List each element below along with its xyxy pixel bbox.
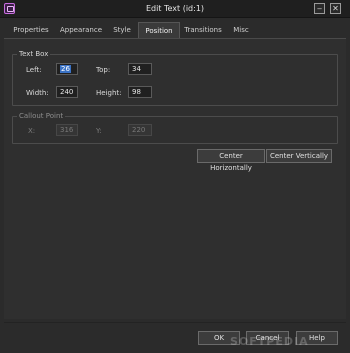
x-field: 316: [56, 124, 78, 136]
width-field[interactable]: 240: [56, 86, 78, 98]
y-label: Y:: [96, 127, 102, 135]
left-label: Left:: [26, 66, 42, 74]
tab-misc[interactable]: Misc: [226, 22, 256, 38]
tab-position[interactable]: Position: [138, 22, 180, 38]
minimize-icon[interactable]: ‒: [314, 3, 325, 14]
y-field: 220: [128, 124, 152, 136]
tab-style[interactable]: Style: [106, 22, 138, 38]
callout-point-legend: Callout Point: [19, 112, 64, 120]
watermark: SOFTPEDIA: [230, 335, 309, 348]
tab-bar: Properties Appearance Style Position Tra…: [6, 22, 344, 38]
close-icon[interactable]: ✕: [330, 3, 341, 14]
tab-transitions[interactable]: Transitions: [180, 22, 226, 38]
footer-divider: [4, 322, 346, 323]
window-title: Edit Text (id:1): [145, 4, 205, 13]
left-value: 26: [60, 65, 71, 73]
tab-properties[interactable]: Properties: [6, 22, 56, 38]
height-field[interactable]: 98: [128, 86, 152, 98]
x-label: X:: [28, 127, 36, 135]
top-field[interactable]: 34: [128, 63, 152, 75]
center-horizontally-button[interactable]: Center Horizontally: [197, 149, 265, 172]
center-vertically-button[interactable]: Center Vertically: [266, 149, 332, 163]
title-bar: Edit Text (id:1) ‒ ✕: [0, 0, 350, 18]
width-label: Width:: [26, 89, 49, 97]
height-label: Height:: [96, 89, 122, 97]
tab-appearance[interactable]: Appearance: [56, 22, 106, 38]
text-box-legend: Text Box: [19, 50, 49, 58]
top-label: Top:: [96, 66, 111, 74]
left-field[interactable]: 26: [56, 63, 78, 75]
